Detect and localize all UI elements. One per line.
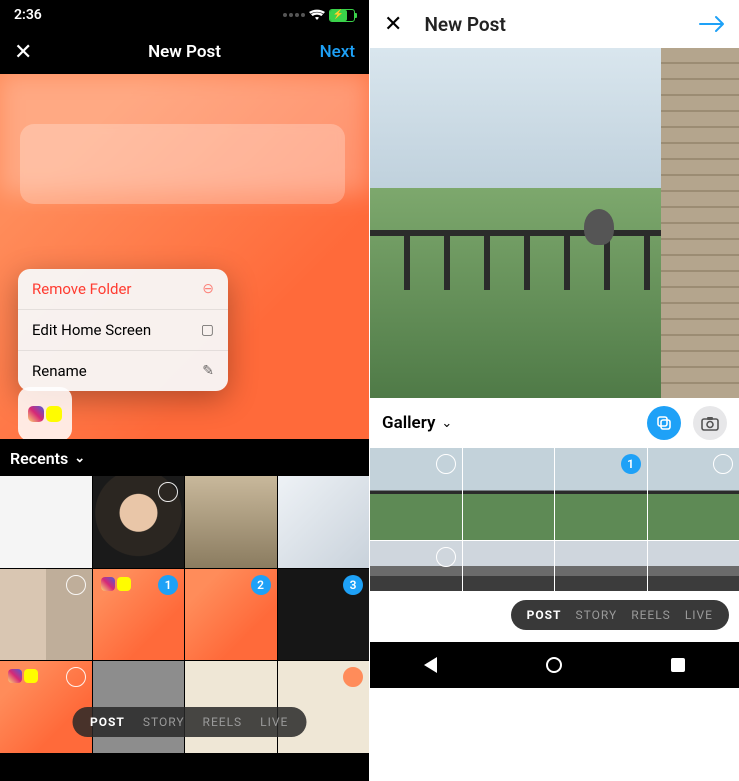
android-navbar: ✕ New Post [370,0,739,48]
ctx-edit-home[interactable]: Edit Home Screen ▢ [18,310,228,351]
context-menu: Remove Folder ⊖ Edit Home Screen ▢ Renam… [18,269,228,391]
photo-thumb[interactable] [278,476,370,568]
mode-switcher[interactable]: POST STORY REELS LIVE [511,600,729,630]
mode-story[interactable]: STORY [143,715,185,729]
folder-preview [18,387,72,439]
select-circle-icon [713,454,733,474]
photo-grid: 1 2 3 POST STORY REELS LIVE [0,476,369,753]
photo-thumb[interactable] [370,541,462,591]
photo-thumb[interactable] [555,541,647,591]
folder-apps-icon [101,577,131,591]
photo-thumb[interactable]: 3 [278,569,370,661]
mode-story[interactable]: STORY [575,608,617,622]
select-circle-icon [436,454,456,474]
select-circle-icon [158,482,178,502]
cellular-icon [283,13,305,17]
android-screen: ✕ New Post Gallery ⌄ 1 [370,0,739,688]
order-badge: 1 [621,454,641,474]
chevron-down-icon: ⌄ [74,451,85,466]
order-badge: 1 [158,575,178,595]
select-circle-icon [343,667,363,687]
grid-icon: ▢ [201,322,214,338]
status-time: 2:36 [14,7,42,23]
photo-thumb[interactable]: 1 [555,448,647,540]
close-button[interactable]: ✕ [14,40,32,65]
photo-thumb[interactable]: 2 [185,569,277,661]
next-button[interactable]: Next [320,42,355,62]
building-graphic [661,48,739,398]
select-circle-icon [436,547,456,567]
back-button[interactable] [424,657,437,673]
photo-thumb[interactable] [463,541,555,591]
ios-navbar: ✕ New Post Next [0,30,369,74]
ctx-rename[interactable]: Rename ✎ [18,351,228,391]
remove-icon: ⊖ [202,281,214,297]
selected-preview[interactable] [370,48,739,398]
photo-thumb[interactable] [648,541,739,591]
chevron-down-icon[interactable]: ⌄ [441,416,452,431]
home-button[interactable] [546,657,562,673]
status-right: ⚡ [283,9,355,22]
album-picker-row: Gallery ⌄ [370,398,739,448]
page-title: New Post [0,42,369,62]
ios-screen: 2:36 ⚡ ✕ New Post Next Remove Folder ⊖ [0,0,369,781]
page-title: New Post [424,13,505,36]
album-label[interactable]: Gallery [382,413,435,433]
select-circle-icon [66,575,86,595]
battery-icon: ⚡ [329,9,355,22]
pencil-icon: ✎ [202,363,214,379]
mode-live[interactable]: LIVE [685,608,713,622]
photo-thumb[interactable] [93,476,185,568]
ctx-remove-folder[interactable]: Remove Folder ⊖ [18,269,228,310]
selected-preview[interactable]: Remove Folder ⊖ Edit Home Screen ▢ Renam… [0,74,369,439]
select-multiple-button[interactable] [647,406,681,440]
photo-thumb[interactable]: 1 [93,569,185,661]
photo-thumb[interactable] [185,476,277,568]
ctx-label: Remove Folder [32,280,131,298]
mode-live[interactable]: LIVE [260,715,288,729]
mode-post[interactable]: POST [90,715,125,729]
widget-blur [20,124,345,204]
ctx-label: Edit Home Screen [32,321,151,339]
open-camera-button[interactable] [693,406,727,440]
album-label: Recents [10,449,68,468]
wifi-icon [309,9,325,21]
photo-thumb[interactable] [0,569,92,661]
photo-thumb[interactable] [648,448,739,540]
album-picker[interactable]: Recents ⌄ [0,439,369,476]
photo-thumb[interactable] [463,448,555,540]
photo-thumb[interactable] [0,661,92,753]
select-circle-icon [66,667,86,687]
order-badge: 3 [343,575,363,595]
folder-apps-icon [8,669,38,683]
close-button[interactable]: ✕ [384,12,402,37]
photo-thumb[interactable] [0,476,92,568]
mode-reels[interactable]: REELS [631,608,671,622]
photo-thumb[interactable] [370,448,462,540]
order-badge: 2 [251,575,271,595]
snapchat-app-icon [46,406,62,422]
photo-grid: 1 [370,448,739,591]
ctx-label: Rename [32,362,87,380]
mode-reels[interactable]: REELS [203,715,243,729]
bird-graphic [584,209,614,245]
status-bar: 2:36 ⚡ [0,0,369,30]
next-arrow-button[interactable] [699,15,725,33]
mode-switcher[interactable]: POST STORY REELS LIVE [72,707,306,737]
android-system-nav [370,642,739,688]
instagram-app-icon [28,406,44,422]
recent-button[interactable] [671,658,685,672]
mode-post[interactable]: POST [527,608,562,622]
